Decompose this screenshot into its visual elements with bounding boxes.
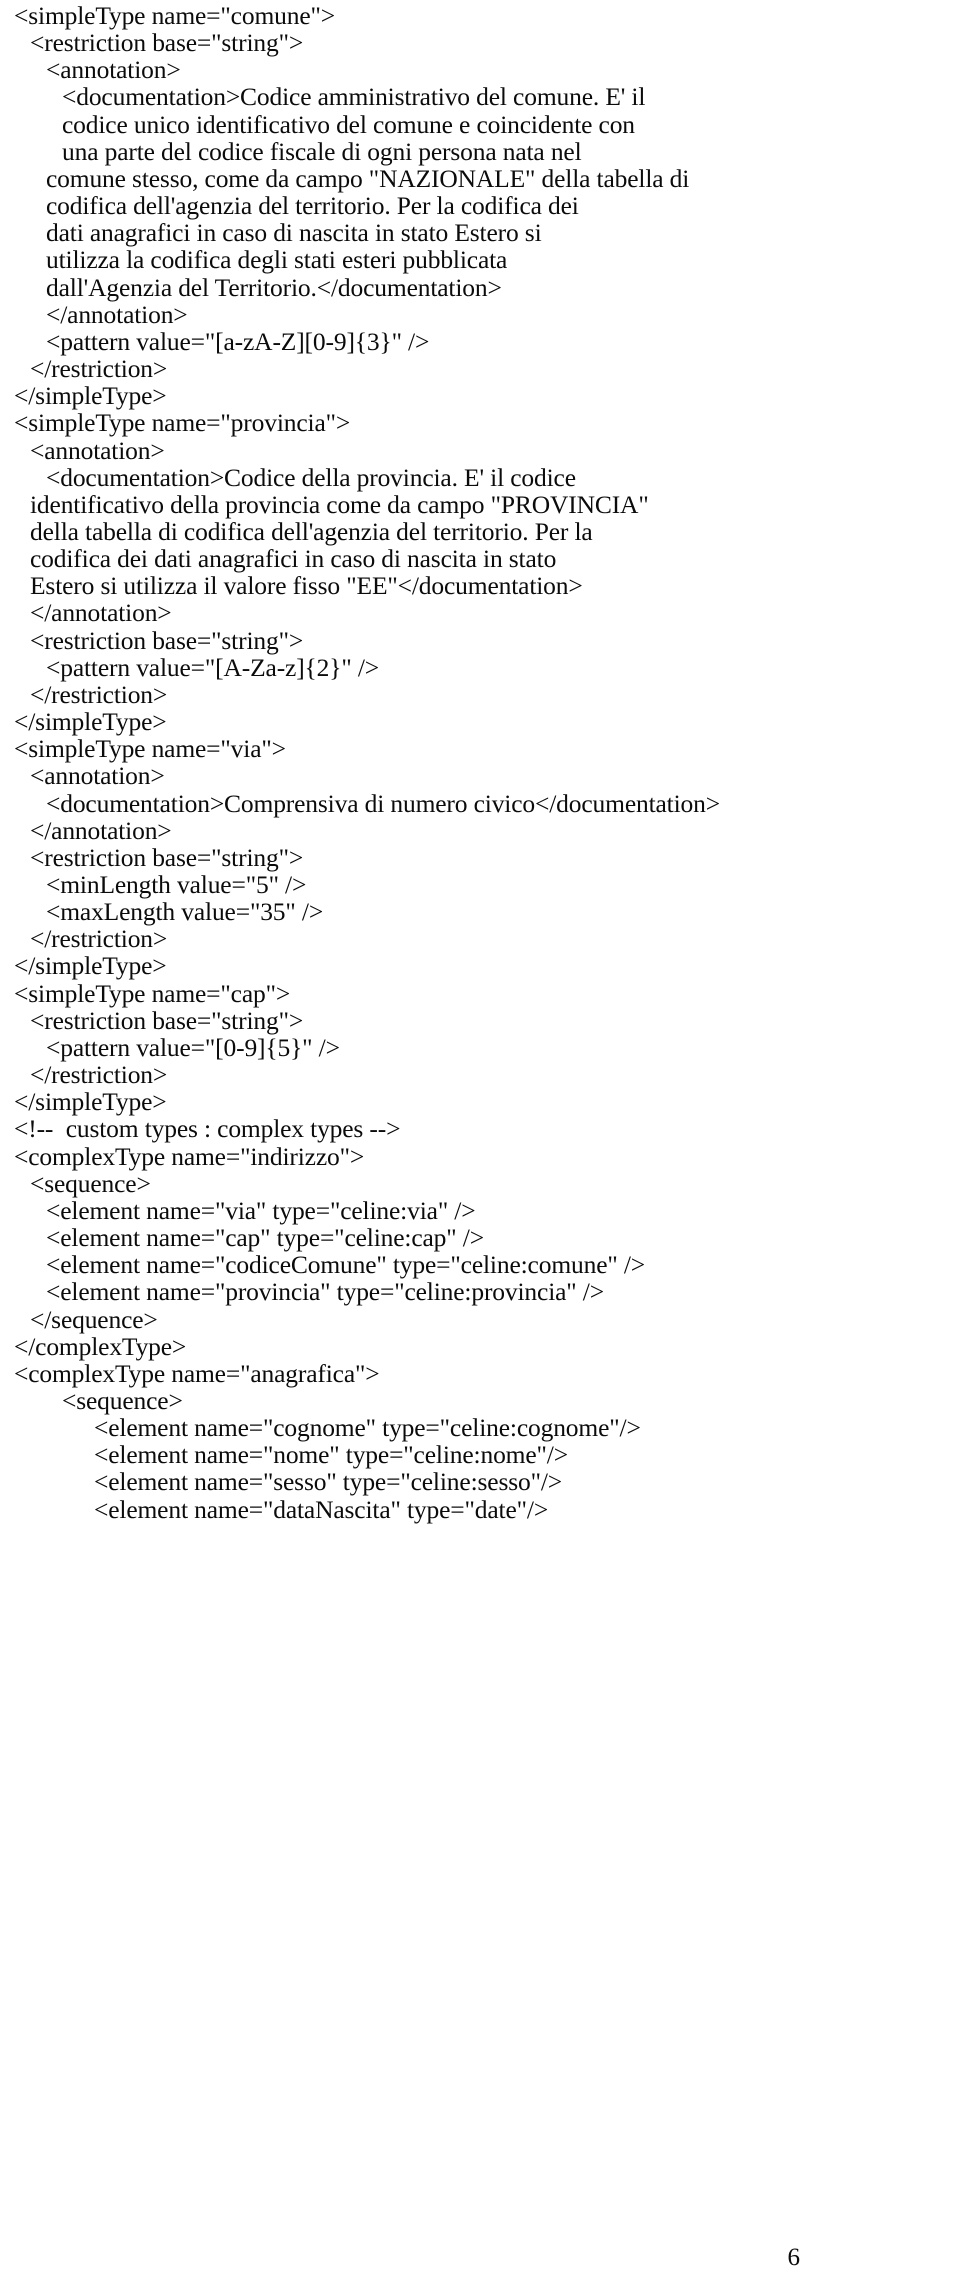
code-line: <sequence> (62, 1385, 183, 1415)
code-line: <pattern value="[a-zA-Z][0-9]{3}" /> (46, 326, 430, 356)
code-line: <simpleType name="cap"> (14, 978, 291, 1008)
code-line: <restriction base="string"> (30, 842, 304, 872)
code-line: <annotation> (30, 435, 165, 465)
code-line: codifica dei dati anagrafici in caso di … (30, 544, 557, 574)
code-line: <element name="provincia" type="celine:p… (46, 1277, 604, 1307)
code-line: <element name="nome" type="celine:nome"/… (94, 1440, 568, 1470)
code-line: </annotation> (30, 815, 172, 845)
code-line: <restriction base="string"> (30, 1005, 304, 1035)
code-line: identificativo della provincia come da c… (30, 489, 649, 519)
code-line: </simpleType> (14, 951, 167, 981)
code-line: </complexType> (14, 1331, 187, 1361)
code-line: <simpleType name="provincia"> (14, 408, 351, 438)
code-line: <documentation>Codice amministrativo del… (62, 82, 646, 112)
code-line: <annotation> (46, 55, 181, 85)
code-line: comune stesso, come da campo "NAZIONALE"… (46, 163, 690, 193)
code-line: <element name="cap" type="celine:cap" /> (46, 1223, 484, 1253)
code-line: </annotation> (30, 598, 172, 628)
page-number: 6 (787, 2244, 801, 2271)
code-line: <restriction base="string"> (30, 28, 304, 58)
code-line: <annotation> (30, 761, 165, 791)
code-line: <pattern value="[0-9]{5}" /> (46, 1032, 340, 1062)
code-line: </simpleType> (14, 381, 167, 411)
code-line: della tabella di codifica dell'agenzia d… (30, 516, 593, 546)
code-line: <element name="sesso" type="celine:sesso… (94, 1467, 563, 1497)
code-line: dall'Agenzia del Territorio.</documentat… (46, 272, 502, 302)
code-line: <complexType name="indirizzo"> (14, 1141, 365, 1171)
code-line: Estero si utilizza il valore fisso "EE"<… (30, 571, 583, 601)
code-line: <documentation>Comprensiva di numero civ… (46, 788, 720, 818)
code-line: <element name="dataNascita" type="date"/… (94, 1494, 549, 1524)
code-line: </simpleType> (14, 707, 167, 737)
code-line: <element name="via" type="celine:via" /> (46, 1195, 476, 1225)
code-line: </restriction> (30, 1060, 168, 1090)
code-line: </simpleType> (14, 1087, 167, 1117)
code-line: <simpleType name="via"> (14, 734, 286, 764)
code-line: </restriction> (30, 679, 168, 709)
code-line: codifica dell'agenzia del territorio. Pe… (46, 191, 579, 221)
xsd-code-block: <simpleType name="comune"> <restriction b… (14, 2, 954, 1523)
code-line: codice unico identificativo del comune e… (62, 109, 635, 139)
code-line: <!-- custom types : complex types --> (14, 1114, 401, 1144)
code-line: dati anagrafici in caso di nascita in st… (46, 218, 542, 248)
code-line: </sequence> (30, 1304, 158, 1334)
document-page: <simpleType name="comune"> <restriction b… (0, 0, 960, 2286)
code-line: <minLength value="5" /> (46, 870, 307, 899)
code-line: <sequence> (30, 1168, 151, 1198)
code-line: </annotation> (46, 299, 188, 329)
code-line: </restriction> (30, 924, 168, 954)
code-line: una parte del codice fiscale di ogni per… (62, 136, 582, 166)
code-line: <pattern value="[A-Za-z]{2}" /> (46, 652, 379, 682)
code-line: <maxLength value="35" /> (46, 897, 324, 927)
code-line: <element name="cognome" type="celine:cog… (94, 1413, 641, 1443)
code-line: <documentation>Codice della provincia. E… (46, 462, 576, 492)
code-line: <restriction base="string"> (30, 625, 304, 655)
code-line: <complexType name="anagrafica"> (14, 1358, 380, 1388)
code-line: <simpleType name="comune"> (14, 1, 335, 30)
code-line: </restriction> (30, 354, 168, 384)
code-line: <element name="codiceComune" type="celin… (46, 1250, 646, 1280)
code-line: utilizza la codifica degli stati esteri … (46, 245, 508, 275)
